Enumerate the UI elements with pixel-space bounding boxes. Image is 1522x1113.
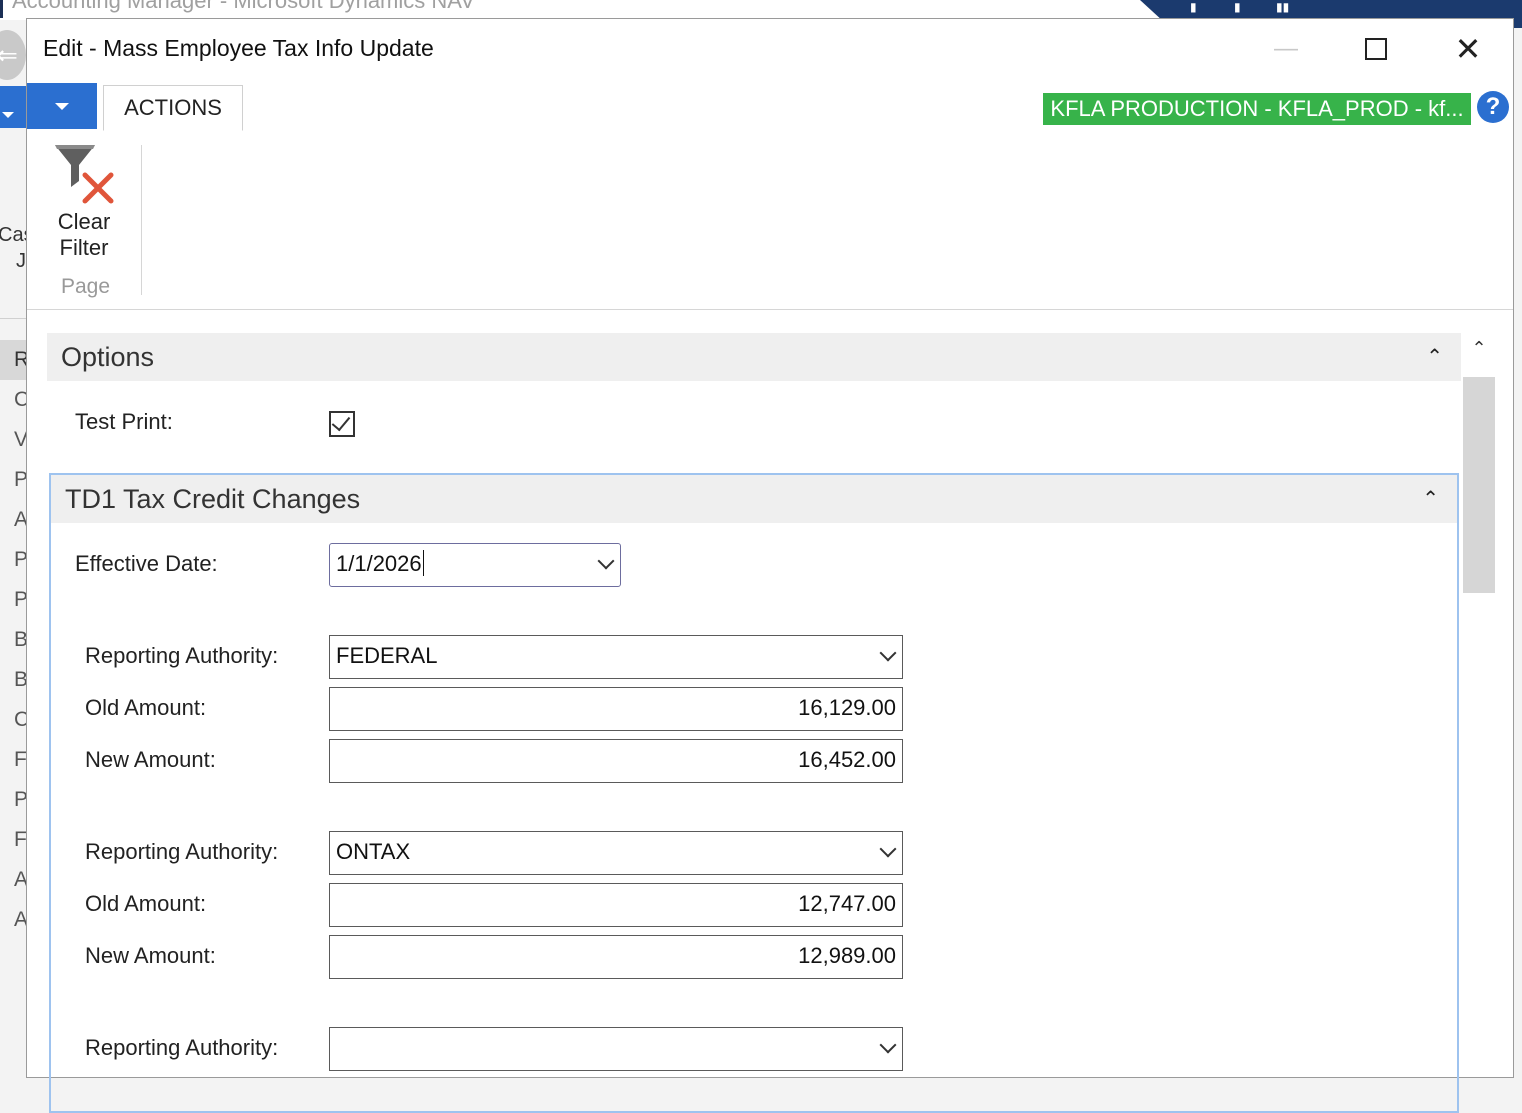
background-list-item[interactable]: B xyxy=(0,660,28,700)
background-list-item[interactable]: C xyxy=(0,380,29,420)
background-list-item[interactable]: A xyxy=(0,500,28,540)
close-button[interactable]: ✕ xyxy=(1445,29,1491,69)
scrollbar-thumb[interactable] xyxy=(1463,377,1495,593)
reporting-authority-label: Reporting Authority: xyxy=(85,643,279,668)
maximize-icon xyxy=(1365,37,1387,60)
background-list-item[interactable]: P xyxy=(0,780,28,820)
clear-filter-button[interactable]: Clear Filter xyxy=(41,141,127,267)
collapse-icon[interactable]: ⌃ xyxy=(1426,333,1443,381)
background-list-item[interactable]: F xyxy=(0,740,28,780)
text-caret xyxy=(422,550,424,577)
background-list-item[interactable]: P xyxy=(0,540,28,580)
ribbon-separator xyxy=(141,145,142,295)
background-list-item[interactable]: V xyxy=(0,420,28,460)
reporting-authority-value: ONTAX xyxy=(336,839,411,864)
background-menu-button[interactable] xyxy=(0,86,26,128)
collapse-icon[interactable]: ⌃ xyxy=(1422,475,1439,523)
vertical-scrollbar[interactable]: ⌃ xyxy=(1463,331,1495,1077)
clear-filter-icon xyxy=(55,145,114,204)
td1-section-frame xyxy=(49,473,1459,1113)
background-list-item[interactable]: F xyxy=(0,820,28,860)
effective-date-value: 1/1/2026 xyxy=(336,551,422,576)
reporting-authority-select[interactable]: ONTAX xyxy=(329,831,903,875)
tab-actions[interactable]: ACTIONS xyxy=(103,85,243,131)
background-list-item[interactable]: A xyxy=(0,860,28,900)
effective-date-label: Effective Date: xyxy=(75,551,218,576)
test-print-label: Test Print: xyxy=(75,409,173,434)
chevron-down-icon[interactable] xyxy=(882,1028,894,1070)
reporting-authority-select[interactable] xyxy=(329,1027,903,1071)
toolbar-icon[interactable]: ▮ xyxy=(1234,0,1241,14)
background-list: R C V P A P P B B C F P F A A xyxy=(0,340,29,940)
ribbon-tab-bar: ACTIONS KFLA PRODUCTION - KFLA_PROD - kf… xyxy=(27,83,1513,132)
effective-date-input[interactable]: 1/1/2026 xyxy=(329,543,621,587)
clear-filter-label: Clear xyxy=(57,209,111,234)
signal-icon[interactable]: ▮▮ xyxy=(1276,0,1289,14)
reporting-authority-label: Reporting Authority: xyxy=(85,1035,279,1060)
new-amount-input[interactable]: 16,452.00 xyxy=(329,739,903,783)
background-list-item[interactable]: C xyxy=(0,700,29,740)
background-right-edge xyxy=(1514,28,1522,1078)
background-partial-text: J xyxy=(16,250,26,272)
reporting-authority-value: FEDERAL xyxy=(336,643,438,668)
options-section-title: Options xyxy=(61,342,155,372)
background-list-item[interactable]: B xyxy=(0,620,28,660)
test-print-checkbox[interactable] xyxy=(329,411,355,437)
maximize-button[interactable] xyxy=(1353,29,1399,69)
minimize-button[interactable]: — xyxy=(1263,29,1309,69)
new-amount-label: New Amount: xyxy=(85,747,216,772)
ribbon-group-label: Page xyxy=(61,275,111,298)
background-title-edge xyxy=(0,0,3,18)
chevron-down-icon[interactable] xyxy=(882,636,894,678)
chevron-down-icon[interactable] xyxy=(882,832,894,874)
ribbon-content: Clear Filter Page xyxy=(27,131,1513,310)
reporting-authority-select[interactable]: FEDERAL xyxy=(329,635,903,679)
old-amount-label: Old Amount: xyxy=(85,891,207,916)
new-amount-label: New Amount: xyxy=(85,943,216,968)
reporting-authority-label: Reporting Authority: xyxy=(85,839,279,864)
background-list-item[interactable]: R xyxy=(0,340,29,380)
old-amount-input[interactable]: 16,129.00 xyxy=(329,687,903,731)
td1-section-title: TD1 Tax Credit Changes xyxy=(65,484,361,514)
background-list-item[interactable]: P xyxy=(0,460,28,500)
chevron-down-icon[interactable] xyxy=(600,544,612,586)
background-list-item[interactable]: A xyxy=(0,900,28,940)
old-amount-input[interactable]: 12,747.00 xyxy=(329,883,903,927)
old-amount-label: Old Amount: xyxy=(85,695,207,720)
scroll-up-icon[interactable]: ⌃ xyxy=(1463,331,1495,365)
background-divider xyxy=(0,318,28,319)
application-menu-button[interactable] xyxy=(27,83,97,129)
background-window-title: Accounting Manager - Microsoft Dynamics … xyxy=(12,0,475,13)
toolbar-icon[interactable]: ▮ xyxy=(1190,0,1197,14)
edit-dialog: Edit - Mass Employee Tax Info Update — ✕… xyxy=(26,18,1514,1113)
environment-badge: KFLA PRODUCTION - KFLA_PROD - kf... xyxy=(1043,93,1471,125)
background-list-item[interactable]: P xyxy=(0,580,28,620)
td1-section-header[interactable]: TD1 Tax Credit Changes ⌃ xyxy=(51,475,1457,523)
clear-filter-label: Filter xyxy=(59,235,109,260)
dialog-title: Edit - Mass Employee Tax Info Update xyxy=(43,35,434,61)
new-amount-input[interactable]: 12,989.00 xyxy=(329,935,903,979)
options-section-header[interactable]: Options ⌃ xyxy=(47,333,1461,381)
help-icon[interactable]: ? xyxy=(1477,91,1509,123)
